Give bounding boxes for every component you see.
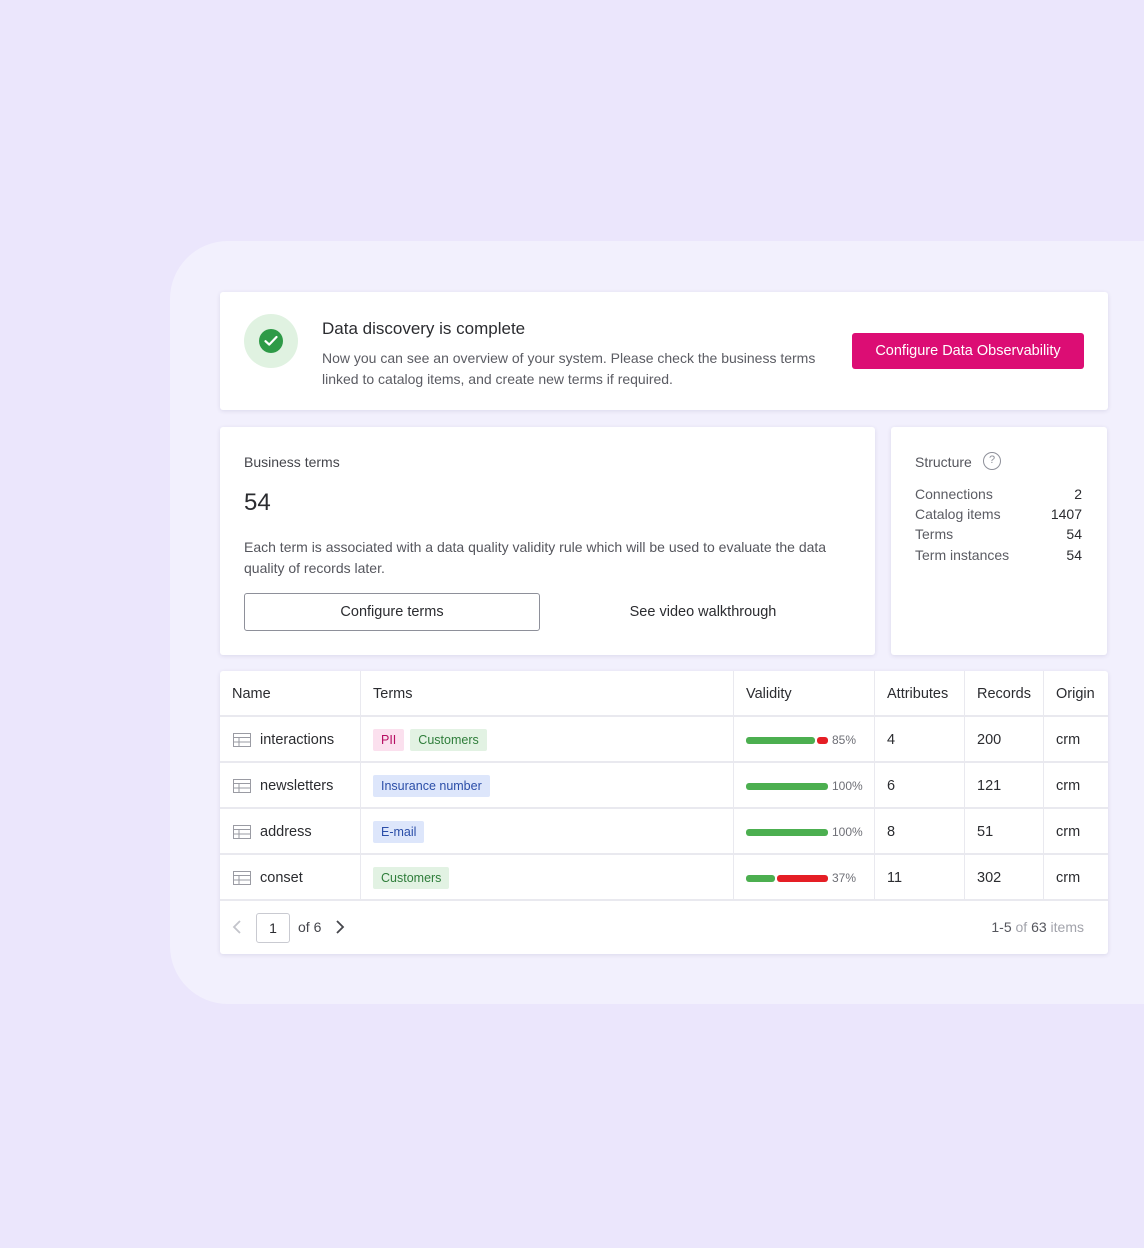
stat-catalog-items: Catalog items 1407 [915,506,1082,526]
business-terms-count: 54 [244,489,271,516]
catalog-table: Name Terms Validity Attributes Records O… [220,671,1108,954]
chevron-left-icon[interactable] [232,917,242,937]
table-row[interactable]: newsletters Insurance number 100% 6 121 … [220,763,1108,809]
row-attributes: 8 [887,824,896,840]
validity-percent: 85% [832,733,857,747]
row-origin: crm [1056,824,1081,840]
business-terms-label: Business terms [244,454,340,470]
page-number-input[interactable]: 1 [256,913,290,943]
check-circle-icon [259,329,283,353]
validity-bar [746,829,828,836]
validity-bar [746,875,828,882]
row-name[interactable]: newsletters [260,763,333,809]
validity-bar-invalid [817,737,828,744]
validity-bar-valid [746,737,815,744]
column-header-validity[interactable]: Validity [746,671,792,717]
term-tag[interactable]: Customers [410,729,487,752]
business-terms-card: Business terms 54 Each term is associate… [220,427,875,655]
column-header-attributes[interactable]: Attributes [887,671,948,717]
term-tags: Customers [373,855,455,901]
term-tag[interactable]: Insurance number [373,775,490,798]
row-name[interactable]: conset [260,855,303,901]
chevron-right-icon[interactable] [335,917,345,937]
stat-term-instances: Term instances 54 [915,547,1082,567]
stat-value: 1407 [1050,506,1082,522]
table-icon [233,733,251,747]
stat-terms: Terms 54 [915,526,1082,546]
term-tag[interactable]: Customers [373,867,450,890]
term-tag[interactable]: PII [373,729,405,752]
page-total-label: of 6 [298,919,322,935]
row-records: 121 [977,778,1002,794]
stat-value: 54 [1066,526,1082,542]
term-tags: E-mail [373,809,430,855]
question-circle-icon[interactable]: ? [983,452,1001,470]
column-header-records[interactable]: Records [977,671,1031,717]
items-range: 1-5 [991,919,1012,935]
stat-label: Terms [915,526,954,542]
configure-data-observability-button[interactable]: Configure Data Observability [852,333,1084,369]
items-total: 63 [1031,919,1047,935]
table-pagination: 1 of 6 1-5 of 63 items [220,901,1108,954]
row-records: 51 [977,824,994,840]
validity-bar-valid [746,783,828,790]
items-count: 1-5 of 63 items [991,919,1084,935]
row-name[interactable]: interactions [260,717,334,763]
term-tags: PII Customers [373,717,493,763]
row-records: 302 [977,870,1002,886]
stat-value: 2 [1074,486,1082,502]
table-row[interactable]: interactions PII Customers 85% 4 200 crm [220,717,1108,763]
row-origin: crm [1056,778,1081,794]
row-origin: crm [1056,870,1081,886]
banner-description: Now you can see an overview of your syst… [322,350,816,387]
table-icon [233,871,251,885]
success-badge [244,314,298,368]
row-attributes: 4 [887,732,896,748]
column-header-origin[interactable]: Origin [1056,671,1095,717]
stat-value: 54 [1066,547,1082,563]
row-attributes: 6 [887,778,896,794]
table-row[interactable]: address E-mail 100% 8 51 crm [220,809,1108,855]
discovery-complete-banner: Data discovery is complete Now you can s… [220,292,1108,410]
column-header-terms[interactable]: Terms [373,671,412,717]
items-of-word: of [1015,919,1028,935]
items-word: items [1050,919,1084,935]
business-terms-description: Each term is associated with a data qual… [244,539,827,576]
row-origin: crm [1056,732,1081,748]
validity-percent: 100% [832,825,863,839]
row-records: 200 [977,732,1002,748]
validity-bar-invalid [777,875,828,882]
validity-bar-valid [746,829,828,836]
table-row[interactable]: conset Customers 37% 11 302 crm [220,855,1108,901]
table-icon [233,825,251,839]
video-walkthrough-link[interactable]: See video walkthrough [565,593,841,631]
validity-bar [746,737,828,744]
banner-title: Data discovery is complete [322,319,526,338]
stat-connections: Connections 2 [915,486,1082,506]
row-attributes: 11 [887,870,903,886]
validity-percent: 100% [832,779,863,793]
stat-label: Connections [915,486,993,502]
structure-title: Structure [915,454,972,470]
term-tag[interactable]: E-mail [373,821,425,844]
term-tags: Insurance number [373,763,496,809]
structure-card: Structure ? Connections 2 Catalog items … [891,427,1107,655]
stat-label: Catalog items [915,506,1001,522]
table-icon [233,779,251,793]
validity-bar [746,783,828,790]
stat-label: Term instances [915,547,1010,563]
validity-bar-valid [746,875,775,882]
validity-percent: 37% [832,871,857,885]
column-header-name[interactable]: Name [232,671,271,717]
row-name[interactable]: address [260,809,312,855]
table-header: Name Terms Validity Attributes Records O… [220,671,1108,717]
configure-terms-button[interactable]: Configure terms [244,593,540,631]
